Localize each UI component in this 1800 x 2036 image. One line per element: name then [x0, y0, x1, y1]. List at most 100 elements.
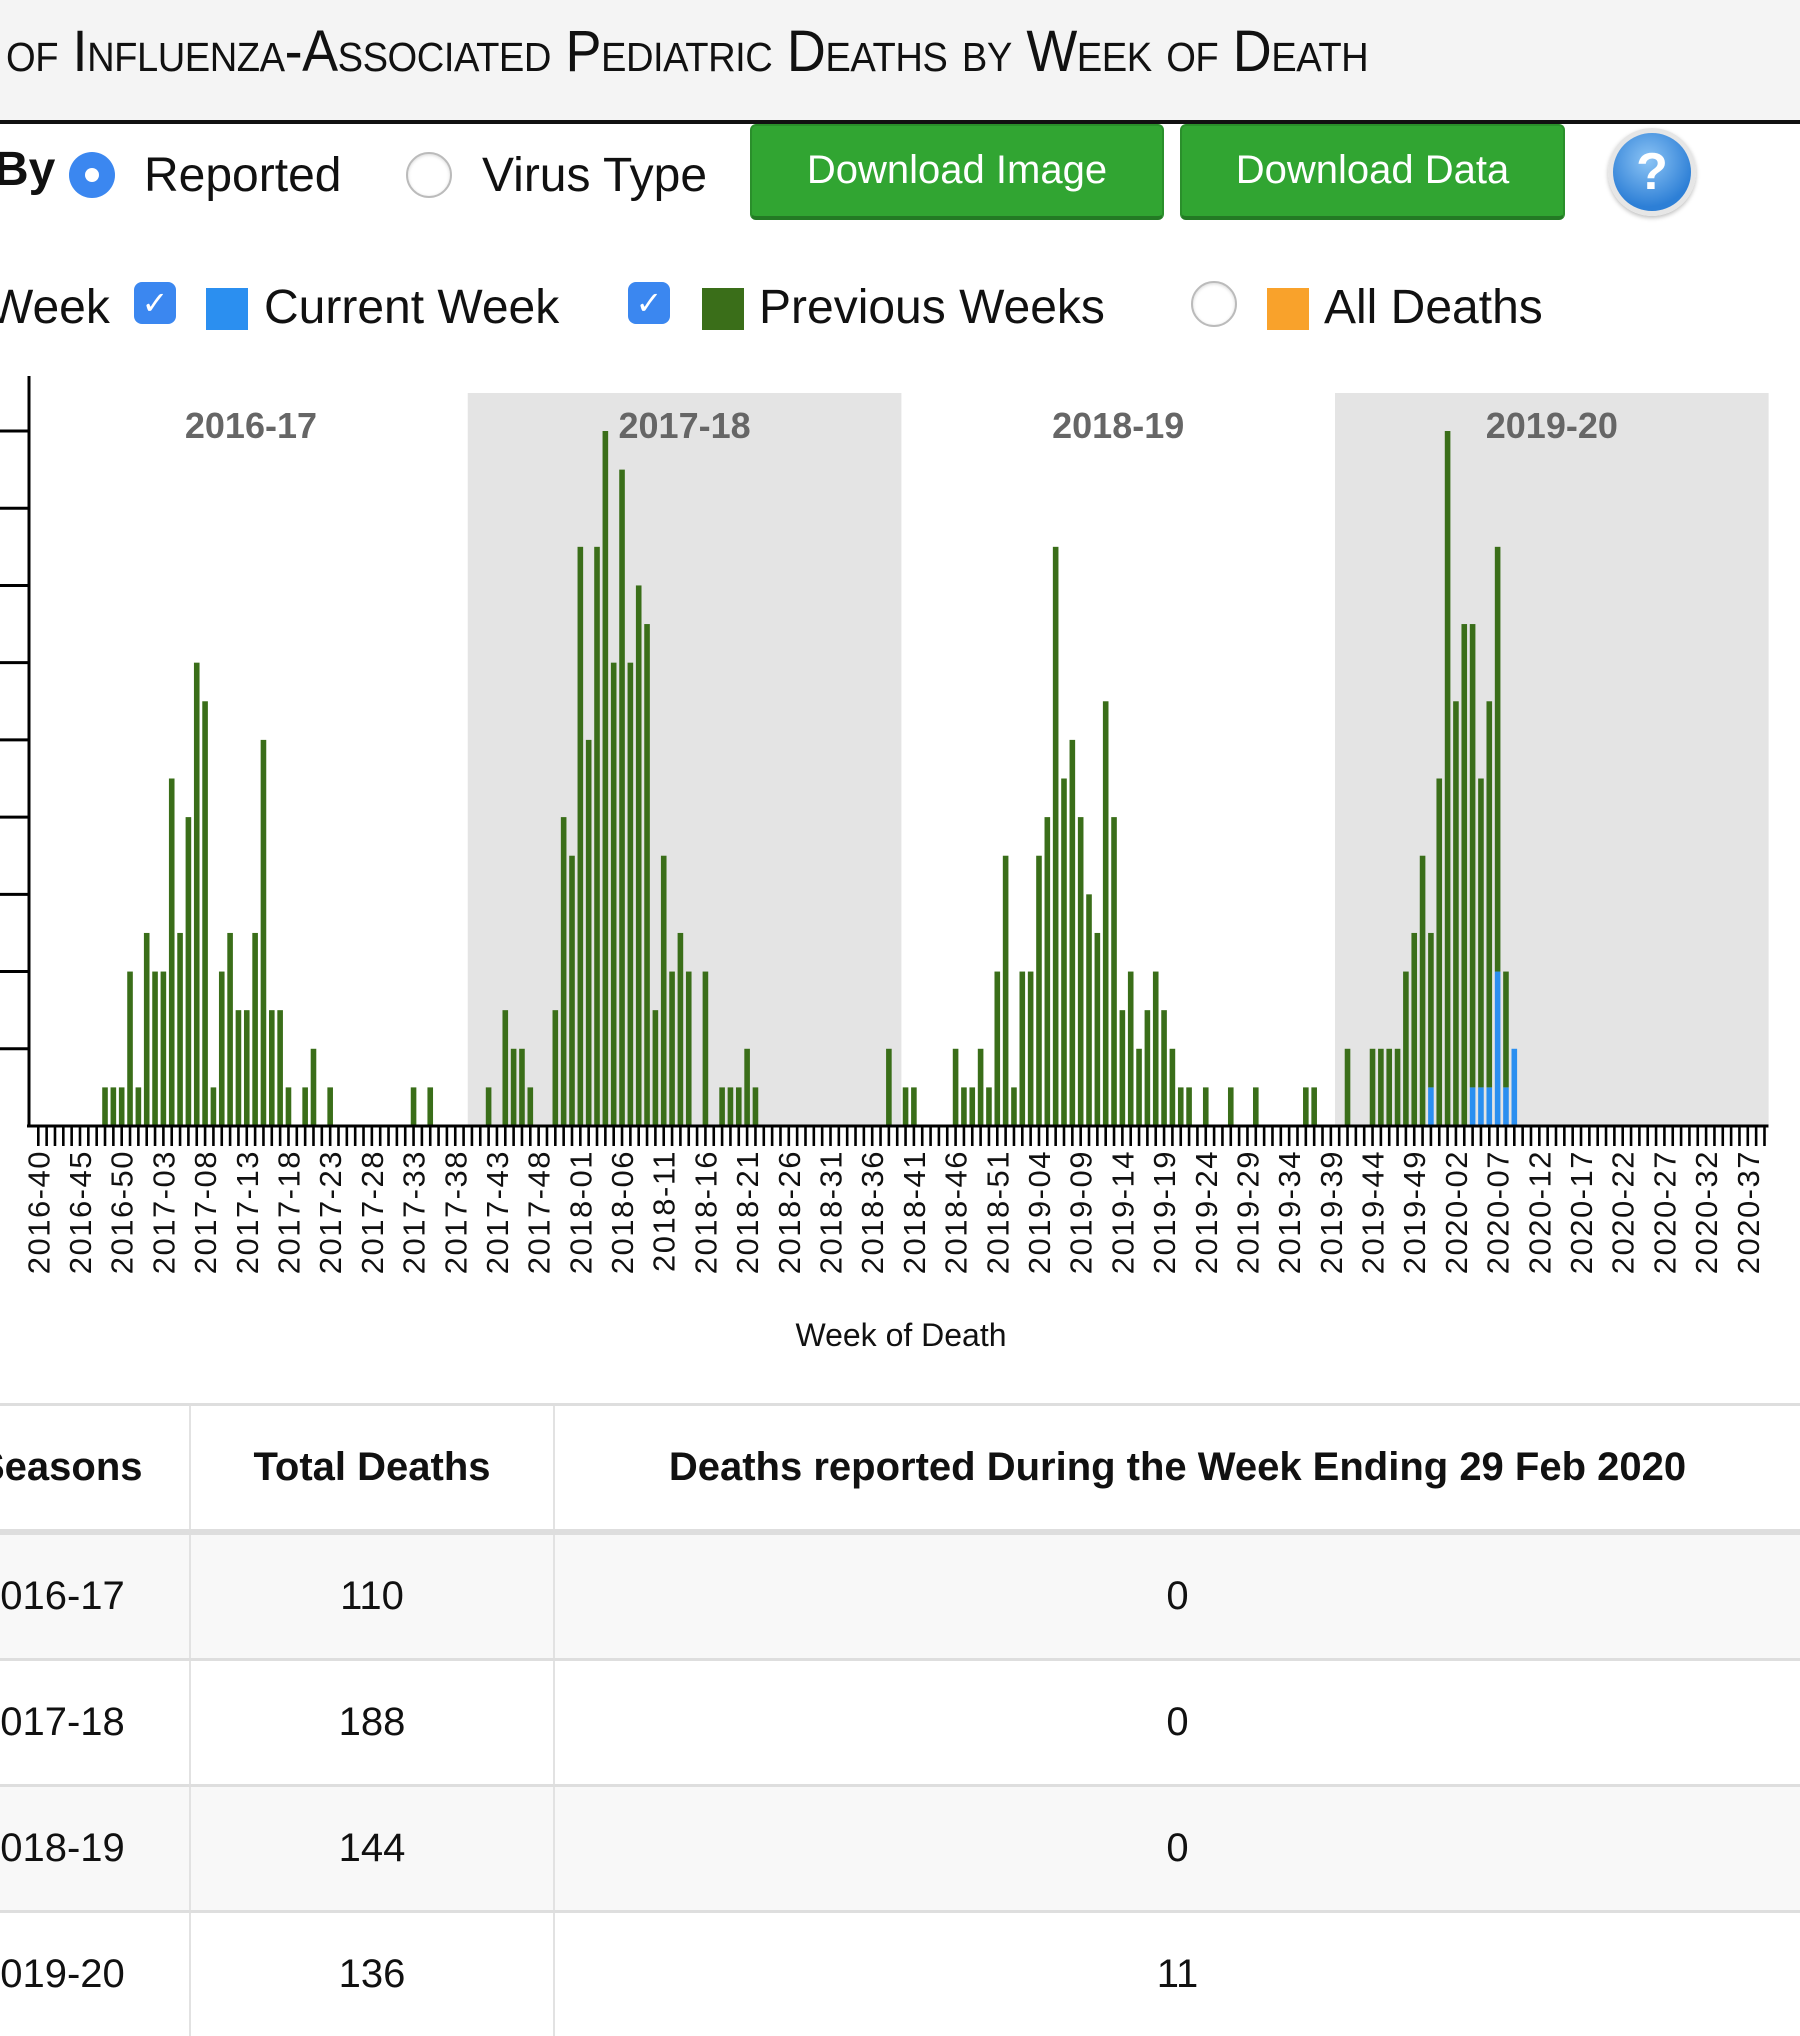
bar-previous-weeks[interactable] — [502, 1010, 508, 1126]
bar-previous-weeks[interactable] — [644, 624, 650, 1126]
bar-previous-weeks[interactable] — [1420, 856, 1426, 1126]
bar-previous-weeks[interactable] — [1303, 1087, 1309, 1126]
bar-previous-weeks[interactable] — [1445, 431, 1451, 1126]
bar-previous-weeks[interactable] — [1470, 624, 1476, 1087]
bar-previous-weeks[interactable] — [269, 1010, 275, 1126]
bar-previous-weeks[interactable] — [186, 817, 192, 1126]
bar-previous-weeks[interactable] — [411, 1087, 417, 1126]
bar-previous-weeks[interactable] — [994, 972, 1000, 1126]
bar-previous-weeks[interactable] — [1461, 624, 1467, 1126]
bar-previous-weeks[interactable] — [1003, 856, 1009, 1126]
bar-previous-weeks[interactable] — [1178, 1087, 1184, 1126]
bar-previous-weeks[interactable] — [561, 817, 567, 1126]
bar-previous-weeks[interactable] — [1045, 817, 1051, 1126]
bar-previous-weeks[interactable] — [628, 663, 634, 1126]
bar-current-week[interactable] — [1478, 1087, 1484, 1126]
bar-current-week[interactable] — [1428, 1087, 1434, 1126]
header-seasons[interactable]: Seasons — [0, 1405, 190, 1533]
bar-previous-weeks[interactable] — [1136, 1049, 1142, 1126]
bar-previous-weeks[interactable] — [661, 856, 667, 1126]
bar-previous-weeks[interactable] — [219, 972, 225, 1126]
bar-previous-weeks[interactable] — [486, 1087, 492, 1126]
bar-previous-weeks[interactable] — [728, 1087, 734, 1126]
bar-previous-weeks[interactable] — [1311, 1087, 1317, 1126]
bar-previous-weeks[interactable] — [903, 1087, 909, 1126]
bar-previous-weeks[interactable] — [1503, 972, 1509, 1088]
bar-previous-weeks[interactable] — [669, 972, 675, 1126]
bar-previous-weeks[interactable] — [1120, 1010, 1126, 1126]
bar-previous-weeks[interactable] — [1253, 1087, 1259, 1126]
bar-previous-weeks[interactable] — [302, 1087, 308, 1126]
bar-previous-weeks[interactable] — [427, 1087, 433, 1126]
bar-current-week[interactable] — [1470, 1087, 1476, 1126]
bar-previous-weeks[interactable] — [1228, 1087, 1234, 1126]
bar-previous-weeks[interactable] — [327, 1087, 333, 1126]
header-total-deaths[interactable]: Total Deaths — [190, 1405, 554, 1533]
bar-previous-weeks[interactable] — [1053, 547, 1059, 1126]
bar-previous-weeks[interactable] — [1086, 894, 1092, 1126]
bar-previous-weeks[interactable] — [194, 663, 200, 1126]
bar-previous-weeks[interactable] — [1378, 1049, 1384, 1126]
bar-previous-weeks[interactable] — [1386, 1049, 1392, 1126]
bar-previous-weeks[interactable] — [202, 701, 208, 1126]
bar-previous-weeks[interactable] — [653, 1010, 659, 1126]
bar-previous-weeks[interactable] — [686, 972, 692, 1126]
bar-previous-weeks[interactable] — [594, 547, 600, 1126]
bar-previous-weeks[interactable] — [1161, 1010, 1167, 1126]
bar-previous-weeks[interactable] — [152, 972, 158, 1126]
bar-previous-weeks[interactable] — [1436, 779, 1442, 1127]
bar-previous-weeks[interactable] — [911, 1087, 917, 1126]
bar-previous-weeks[interactable] — [311, 1049, 317, 1126]
bar-previous-weeks[interactable] — [119, 1087, 125, 1126]
bar-previous-weeks[interactable] — [236, 1010, 242, 1126]
bar-previous-weeks[interactable] — [1486, 701, 1492, 1087]
bar-previous-weeks[interactable] — [636, 585, 642, 1126]
bar-current-week[interactable] — [1495, 972, 1501, 1126]
bar-current-week[interactable] — [1512, 1049, 1518, 1126]
bar-previous-weeks[interactable] — [277, 1010, 283, 1126]
bar-previous-weeks[interactable] — [177, 933, 183, 1126]
bar-previous-weeks[interactable] — [1478, 779, 1484, 1088]
bar-previous-weeks[interactable] — [169, 779, 175, 1127]
bar-previous-weeks[interactable] — [102, 1087, 108, 1126]
bar-previous-weeks[interactable] — [227, 933, 233, 1126]
header-deaths-reported-week[interactable]: Deaths reported During the Week Ending 2… — [554, 1405, 1800, 1533]
bar-previous-weeks[interactable] — [1078, 817, 1084, 1126]
bar-previous-weeks[interactable] — [519, 1049, 525, 1126]
bar-previous-weeks[interactable] — [286, 1087, 292, 1126]
bar-previous-weeks[interactable] — [603, 431, 609, 1126]
bar-previous-weeks[interactable] — [1061, 779, 1067, 1127]
bar-previous-weeks[interactable] — [1145, 1010, 1151, 1126]
bar-previous-weeks[interactable] — [244, 1010, 250, 1126]
bar-previous-weeks[interactable] — [578, 547, 584, 1126]
bar-previous-weeks[interactable] — [569, 856, 575, 1126]
bar-previous-weeks[interactable] — [1095, 933, 1101, 1126]
bar-previous-weeks[interactable] — [1011, 1087, 1017, 1126]
bar-previous-weeks[interactable] — [886, 1049, 892, 1126]
bar-previous-weeks[interactable] — [1020, 972, 1026, 1126]
bar-previous-weeks[interactable] — [978, 1049, 984, 1126]
bar-previous-weeks[interactable] — [586, 740, 592, 1126]
bar-previous-weeks[interactable] — [136, 1087, 142, 1126]
bar-current-week[interactable] — [1503, 1087, 1509, 1126]
bar-previous-weeks[interactable] — [1495, 547, 1501, 972]
bar-previous-weeks[interactable] — [1403, 972, 1409, 1126]
bar-previous-weeks[interactable] — [1153, 972, 1159, 1126]
bar-previous-weeks[interactable] — [211, 1087, 217, 1126]
bar-current-week[interactable] — [1486, 1087, 1492, 1126]
bar-previous-weeks[interactable] — [986, 1087, 992, 1126]
bar-previous-weeks[interactable] — [1170, 1049, 1176, 1126]
bar-previous-weeks[interactable] — [1036, 856, 1042, 1126]
bar-previous-weeks[interactable] — [1411, 933, 1417, 1126]
bar-previous-weeks[interactable] — [1203, 1087, 1209, 1126]
bar-previous-weeks[interactable] — [719, 1087, 725, 1126]
bar-previous-weeks[interactable] — [611, 663, 617, 1126]
bar-previous-weeks[interactable] — [736, 1087, 742, 1126]
bar-previous-weeks[interactable] — [1111, 817, 1117, 1126]
bar-previous-weeks[interactable] — [1103, 701, 1109, 1126]
bar-previous-weeks[interactable] — [1453, 701, 1459, 1126]
bar-previous-weeks[interactable] — [127, 972, 133, 1126]
bar-previous-weeks[interactable] — [969, 1087, 975, 1126]
bar-previous-weeks[interactable] — [511, 1049, 517, 1126]
bar-previous-weeks[interactable] — [261, 740, 267, 1126]
